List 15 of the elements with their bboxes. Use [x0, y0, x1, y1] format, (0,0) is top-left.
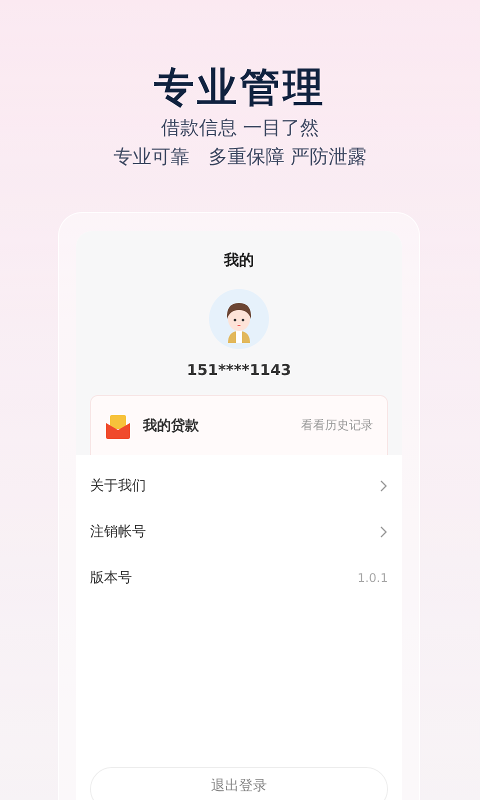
chevron-right-icon: [380, 526, 388, 538]
avatar-drawing: [209, 289, 269, 349]
chevron-right-icon: [380, 480, 388, 492]
menu-item[interactable]: 版本号 1.0.1: [90, 555, 388, 601]
logout-button[interactable]: 退出登录: [90, 767, 388, 800]
menu-item[interactable]: 注销帐号: [90, 509, 388, 555]
phone-number: 151****1143: [186, 360, 292, 381]
menu-item[interactable]: 关于我们: [90, 463, 388, 509]
loan-label: 我的贷款: [143, 416, 200, 434]
screen-title: 我的: [224, 250, 254, 271]
subtitle: 专业可靠 多重保障 严防泄露: [113, 145, 367, 170]
envelope-icon: [105, 412, 131, 438]
loan-card[interactable]: 我的贷款 看看历史记录: [90, 395, 388, 455]
subtitle: 借款信息 一目了然: [160, 116, 320, 141]
headline: 专业管理: [154, 64, 326, 113]
